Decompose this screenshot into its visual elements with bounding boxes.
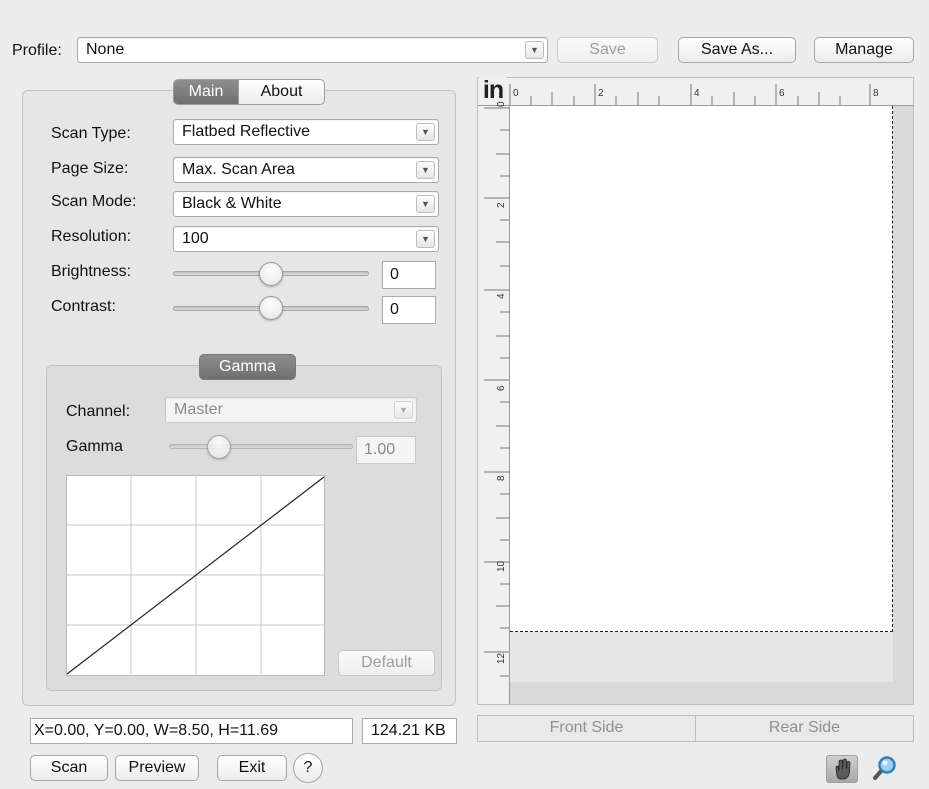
default-button[interactable]: Default: [338, 650, 435, 676]
scan-mode-value: Black & White: [182, 195, 282, 212]
tab-about[interactable]: About: [238, 80, 324, 104]
gamma-slider-track[interactable]: [169, 444, 353, 449]
resolution-select[interactable]: 100 ▼: [173, 226, 439, 252]
save-as-button[interactable]: Save As...: [678, 37, 796, 63]
channel-select[interactable]: Master ▼: [165, 397, 417, 423]
ruler-side-label-0: 0: [496, 101, 507, 107]
chevron-down-icon: ▼: [416, 161, 435, 179]
brightness-slider-knob[interactable]: [259, 262, 283, 286]
ruler-side-label-6: 6: [496, 385, 507, 391]
gamma-curve-graph: [66, 475, 325, 676]
main-about-tabs: Main About: [173, 79, 325, 105]
brightness-label: Brightness:: [51, 263, 132, 280]
page-size-value: Max. Scan Area: [182, 161, 295, 178]
ruler-side-label-2: 2: [496, 202, 507, 208]
contrast-label: Contrast:: [51, 298, 116, 315]
ruler-top-label-4: 4: [694, 88, 700, 99]
magnifier-icon: [873, 756, 896, 780]
coordinates-readout: X=0.00, Y=0.00, W=8.50, H=11.69: [30, 718, 353, 744]
scan-type-label: Scan Type:: [51, 125, 131, 142]
ruler-side-label-8: 8: [496, 475, 507, 481]
gamma-value[interactable]: 1.00: [356, 436, 416, 464]
ruler-side-label-4: 4: [496, 293, 507, 299]
chevron-down-icon: ▼: [394, 401, 413, 419]
contrast-value[interactable]: 0: [382, 296, 436, 324]
hand-icon: [835, 758, 851, 780]
gamma-label: Gamma: [66, 438, 123, 455]
scan-mode-select[interactable]: Black & White ▼: [173, 191, 439, 217]
channel-value: Master: [174, 401, 223, 418]
front-side-tab[interactable]: Front Side: [478, 719, 695, 737]
profile-select[interactable]: None ▼: [77, 37, 548, 63]
profile-value: None: [86, 41, 125, 58]
chevron-down-icon: ▼: [416, 123, 435, 141]
chevron-down-icon: ▼: [416, 195, 435, 213]
scan-button[interactable]: Scan: [30, 755, 108, 781]
zoom-tool-button[interactable]: [868, 755, 900, 783]
chevron-down-icon: ▼: [525, 41, 544, 59]
scan-mode-label: Scan Mode:: [51, 193, 137, 210]
ruler-side-label-12: 12: [496, 652, 507, 664]
page-size-label: Page Size:: [51, 160, 129, 177]
resolution-value: 100: [182, 230, 209, 247]
side-ruler: [478, 106, 510, 704]
preview-button[interactable]: Preview: [115, 755, 199, 781]
preview-bed-margin: [510, 632, 893, 682]
contrast-slider-knob[interactable]: [259, 296, 283, 320]
rear-side-tab[interactable]: Rear Side: [696, 719, 913, 737]
gamma-title: Gamma: [199, 354, 296, 380]
scan-area-selection[interactable]: [510, 106, 893, 632]
file-size-readout: 124.21 KB: [362, 718, 457, 744]
tab-main[interactable]: Main: [174, 80, 238, 104]
scan-type-select[interactable]: Flatbed Reflective ▼: [173, 119, 439, 145]
ruler-side-label-10: 10: [496, 560, 507, 572]
profile-label: Profile:: [12, 42, 62, 59]
chevron-down-icon: ▼: [416, 230, 435, 248]
page-size-select[interactable]: Max. Scan Area ▼: [173, 157, 439, 183]
ruler-top-label-8: 8: [873, 88, 879, 99]
help-button[interactable]: ?: [293, 753, 323, 783]
save-button[interactable]: Save: [557, 37, 658, 63]
gamma-slider-knob[interactable]: [207, 435, 231, 459]
exit-button[interactable]: Exit: [217, 755, 287, 781]
hand-tool-button[interactable]: [826, 755, 858, 783]
scan-type-value: Flatbed Reflective: [182, 123, 311, 140]
manage-button[interactable]: Manage: [814, 37, 914, 63]
ruler-top-label-6: 6: [779, 88, 785, 99]
channel-label: Channel:: [66, 403, 131, 420]
ruler-top-label-2: 2: [598, 88, 604, 99]
ruler-top-label-0: 0: [513, 88, 519, 99]
resolution-label: Resolution:: [51, 228, 132, 245]
brightness-value[interactable]: 0: [382, 261, 436, 289]
side-ruler-background: [478, 106, 510, 704]
scanner-window: { "profile": { "label": "Profile:", "val…: [0, 0, 929, 789]
